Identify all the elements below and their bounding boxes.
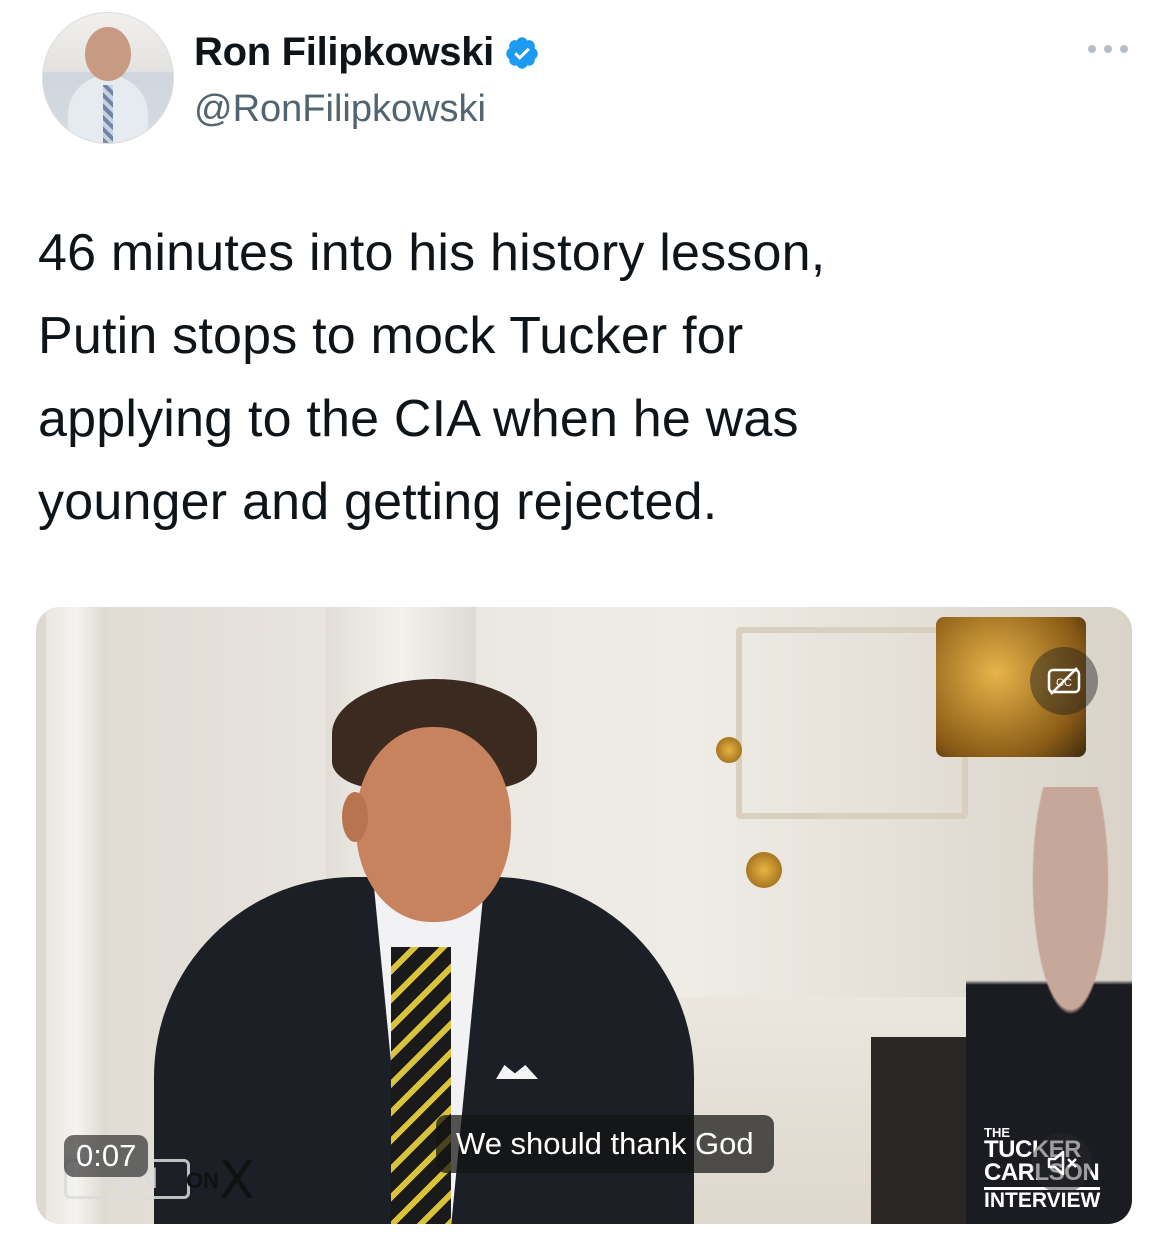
- video-timestamp: 0:07: [64, 1135, 149, 1177]
- tweet-text: 46 minutes into his history lesson, Puti…: [38, 212, 1118, 544]
- author-handle[interactable]: @RonFilipkowski: [194, 88, 486, 131]
- on-label: ON: [186, 1168, 219, 1193]
- closed-captions-icon[interactable]: CC: [1030, 647, 1098, 715]
- tweet-header: Ron Filipkowski @RonFilipkowski: [36, 12, 1136, 147]
- video-player[interactable]: CC TCN 0:07 ONX We should thank God THE …: [36, 607, 1132, 1224]
- author-name[interactable]: Ron Filipkowski: [194, 30, 494, 75]
- show-logo-line3: INTERVIEW: [984, 1186, 1101, 1212]
- x-logo: X: [219, 1151, 255, 1211]
- more-options-icon[interactable]: [1086, 38, 1130, 58]
- tweet-line: younger and getting rejected.: [38, 473, 718, 531]
- on-x-watermark: ONX: [186, 1151, 255, 1211]
- mute-icon[interactable]: [1032, 1133, 1092, 1193]
- author-name-row: Ron Filipkowski: [194, 30, 540, 75]
- tweet-line: 46 minutes into his history lesson,: [38, 224, 826, 282]
- video-caption: We should thank God: [436, 1115, 774, 1173]
- tweet-line: Putin stops to mock Tucker for: [38, 307, 744, 365]
- avatar[interactable]: [42, 12, 174, 144]
- tweet-line: applying to the CIA when he was: [38, 390, 799, 448]
- verified-badge-icon: [506, 36, 538, 69]
